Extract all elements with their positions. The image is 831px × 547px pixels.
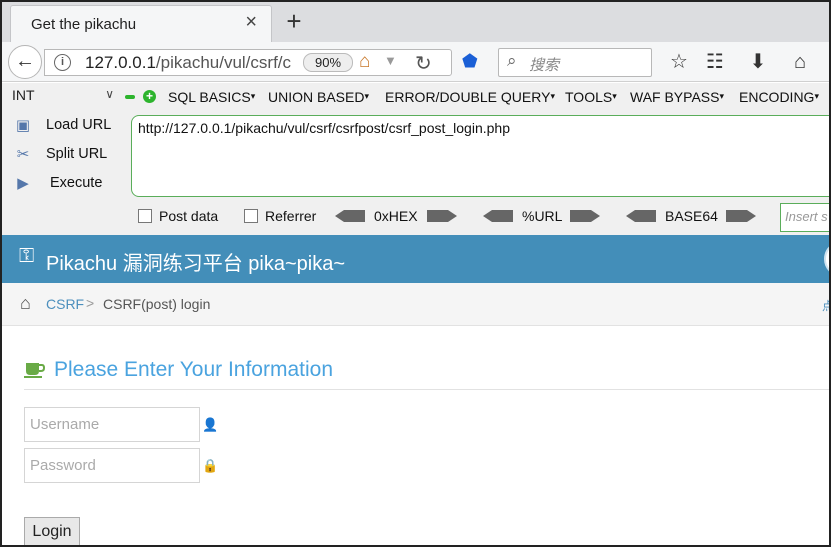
url-host: 127.0.0.1 — [85, 53, 156, 72]
zoom-level[interactable]: 90% — [303, 53, 353, 72]
home-icon[interactable]: ⌂ — [788, 50, 812, 74]
bookmark-star-icon[interactable]: ☆ — [667, 50, 691, 74]
extension-icon[interactable]: ⬟ — [462, 51, 480, 71]
menu-error-double-query[interactable]: ERROR/DOUBLE QUERY▾ — [385, 89, 555, 105]
url-textarea[interactable]: http://127.0.0.1/pikachu/vul/csrf/csrfpo… — [131, 115, 829, 197]
url-encode-label: %URL — [522, 208, 563, 224]
site-title[interactable]: Pikachu 漏洞练习平台 pika~pika~ — [46, 247, 345, 276]
tab-strip: Get the pikachu × + — [2, 2, 829, 42]
hex-encode-arrow-icon[interactable] — [427, 210, 457, 222]
chevron-down-icon[interactable]: ▼ — [384, 53, 397, 68]
chevron-down-icon: ∨ — [105, 87, 114, 101]
tab-active[interactable]: Get the pikachu × — [10, 5, 272, 42]
hackbar-toolbar: INT ∨ + SQL BASICS▾ UNION BASED▾ ERROR/D… — [2, 83, 829, 235]
hex-label: 0xHEX — [374, 208, 418, 224]
search-bar[interactable]: ⌕ 搜索 — [498, 48, 652, 77]
url-path: /pikachu/vul/csrf/c — [155, 53, 292, 72]
split-url-label: Split URL — [46, 146, 108, 162]
load-url-icon: ▣ — [15, 117, 31, 134]
referrer-checkbox[interactable] — [244, 209, 258, 223]
login-button[interactable]: Login — [24, 517, 80, 545]
home-page-icon[interactable]: ⌂ — [359, 51, 370, 73]
breadcrumb-link-csrf[interactable]: CSRF — [46, 296, 84, 312]
download-icon[interactable]: ⬇ — [746, 50, 770, 74]
breadcrumb-separator: > — [86, 295, 95, 311]
post-data-checkbox[interactable] — [138, 209, 152, 223]
site-header: ⚿ Pikachu 漏洞练习平台 pika~pika~ — [2, 235, 829, 283]
execute-label: Execute — [50, 175, 103, 191]
menu-sql-basics[interactable]: SQL BASICS▾ — [168, 89, 255, 105]
navigation-bar: ← i 127.0.0.1/pikachu/vul/csrf/c 90% ⌂ ▼… — [2, 42, 829, 82]
base64-encode-arrow-icon[interactable] — [726, 210, 756, 222]
reload-icon[interactable]: ↻ — [415, 51, 432, 76]
reading-list-icon[interactable]: ☷ — [703, 50, 727, 74]
menu-waf-bypass[interactable]: WAF BYPASS▾ — [630, 89, 724, 105]
breadcrumb: ⌂ CSRF > CSRF(post) login 点 — [2, 283, 829, 326]
load-url-label: Load URL — [46, 117, 112, 133]
password-input[interactable] — [24, 448, 200, 483]
breadcrumb-edge-link[interactable]: 点 — [822, 297, 829, 314]
url-text[interactable]: 127.0.0.1/pikachu/vul/csrf/c — [85, 53, 297, 73]
url-encode-arrow-icon[interactable] — [570, 210, 600, 222]
play-icon: ▶ — [17, 175, 29, 192]
back-button[interactable]: ← — [8, 45, 42, 79]
minus-icon[interactable] — [125, 95, 135, 99]
int-select-value: INT — [12, 87, 35, 103]
coffee-cup-icon — [24, 363, 46, 378]
main-content: Please Enter Your Information 👤 🔒 Login — [2, 326, 829, 545]
menu-encoding[interactable]: ENCODING▾ — [739, 89, 819, 105]
info-icon[interactable]: i — [54, 54, 71, 71]
menu-union-based[interactable]: UNION BASED▾ — [268, 89, 369, 105]
breadcrumb-current: CSRF(post) login — [103, 296, 211, 312]
tab-title: Get the pikachu — [31, 16, 137, 33]
referrer-label: Referrer — [265, 208, 317, 224]
user-icon: 👤 — [202, 417, 219, 432]
menu-tools[interactable]: TOOLS▾ — [565, 89, 617, 105]
int-select[interactable]: INT ∨ — [12, 87, 116, 108]
scissors-icon: ✂ — [16, 146, 30, 163]
address-bar[interactable]: i 127.0.0.1/pikachu/vul/csrf/c 90% ⌂ ▼ ↻ — [44, 49, 452, 76]
search-placeholder: 搜索 — [529, 57, 560, 74]
hex-decode-arrow-icon[interactable] — [335, 210, 365, 222]
base64-label: BASE64 — [665, 208, 718, 224]
plus-icon[interactable]: + — [143, 90, 156, 103]
new-tab-button[interactable]: + — [282, 6, 306, 37]
home-icon: ⌂ — [20, 293, 31, 313]
username-input[interactable] — [24, 407, 200, 442]
lock-icon: 🔒 — [202, 458, 219, 473]
page-title: Please Enter Your Information — [54, 358, 334, 381]
back-arrow-icon: ← — [15, 50, 35, 72]
url-decode-arrow-icon[interactable] — [483, 210, 513, 222]
insert-string-input[interactable]: Insert s — [780, 203, 829, 232]
avatar[interactable] — [824, 241, 829, 277]
search-icon: ⌕ — [507, 51, 517, 70]
post-data-label: Post data — [159, 208, 219, 224]
close-icon[interactable]: × — [245, 11, 257, 34]
key-icon: ⚿ — [19, 245, 35, 267]
browser-window: Get the pikachu × + ← i 127.0.0.1/pikach… — [0, 0, 831, 547]
hackbar-menu: INT ∨ + SQL BASICS▾ UNION BASED▾ ERROR/D… — [2, 83, 829, 110]
hackbar-options: Post data Referrer 0xHEX %URL BASE64 Ins… — [2, 203, 829, 233]
base64-decode-arrow-icon[interactable] — [626, 210, 656, 222]
heading-row: Please Enter Your Information — [24, 356, 829, 390]
